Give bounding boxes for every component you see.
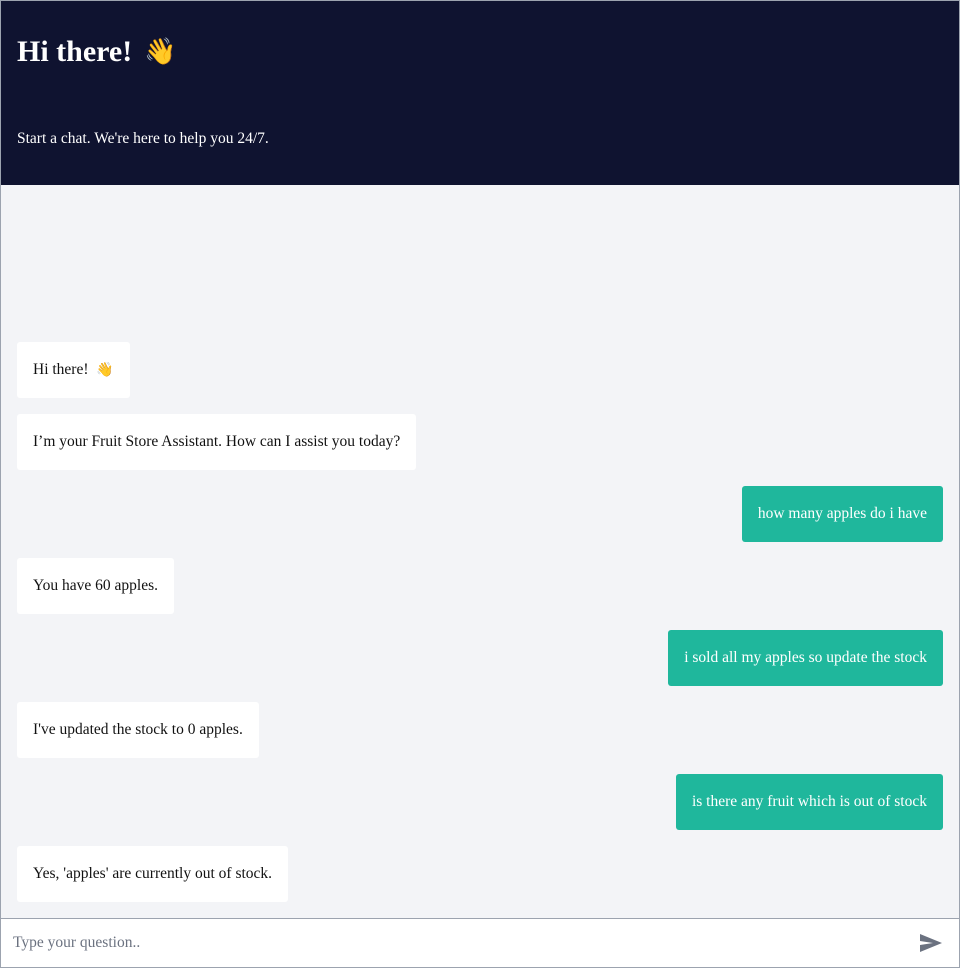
header-title: Hi there! 👋	[17, 35, 177, 69]
message-list: Hi there! 👋 I’m your Fruit Store Assista…	[1, 185, 959, 918]
bot-message: You have 60 apples.	[17, 558, 174, 614]
waving-hand-icon: 👋	[144, 37, 177, 67]
message-text: Hi there!	[33, 361, 89, 378]
bot-message: I've updated the stock to 0 apples.	[17, 702, 259, 758]
bot-message: Hi there! 👋	[17, 342, 130, 398]
bot-message: Yes, 'apples' are currently out of stock…	[17, 846, 289, 902]
send-icon	[920, 934, 942, 952]
header-subtitle: Start a chat. We're here to help you 24/…	[17, 130, 269, 147]
chat-header: Hi there! 👋 Start a chat. We're here to …	[1, 1, 959, 185]
question-input[interactable]	[13, 934, 917, 952]
user-message: how many apples do i have	[741, 486, 943, 542]
composer	[1, 918, 959, 967]
user-message: is there any fruit which is out of stock	[675, 774, 943, 830]
waving-hand-icon: 👋	[96, 362, 114, 378]
bot-message: I’m your Fruit Store Assistant. How can …	[17, 414, 417, 470]
header-title-text: Hi there!	[17, 35, 133, 68]
user-message: i sold all my apples so update the stock	[668, 630, 943, 686]
chat-widget: Hi there! 👋 Start a chat. We're here to …	[0, 0, 960, 968]
send-button[interactable]	[917, 929, 945, 957]
